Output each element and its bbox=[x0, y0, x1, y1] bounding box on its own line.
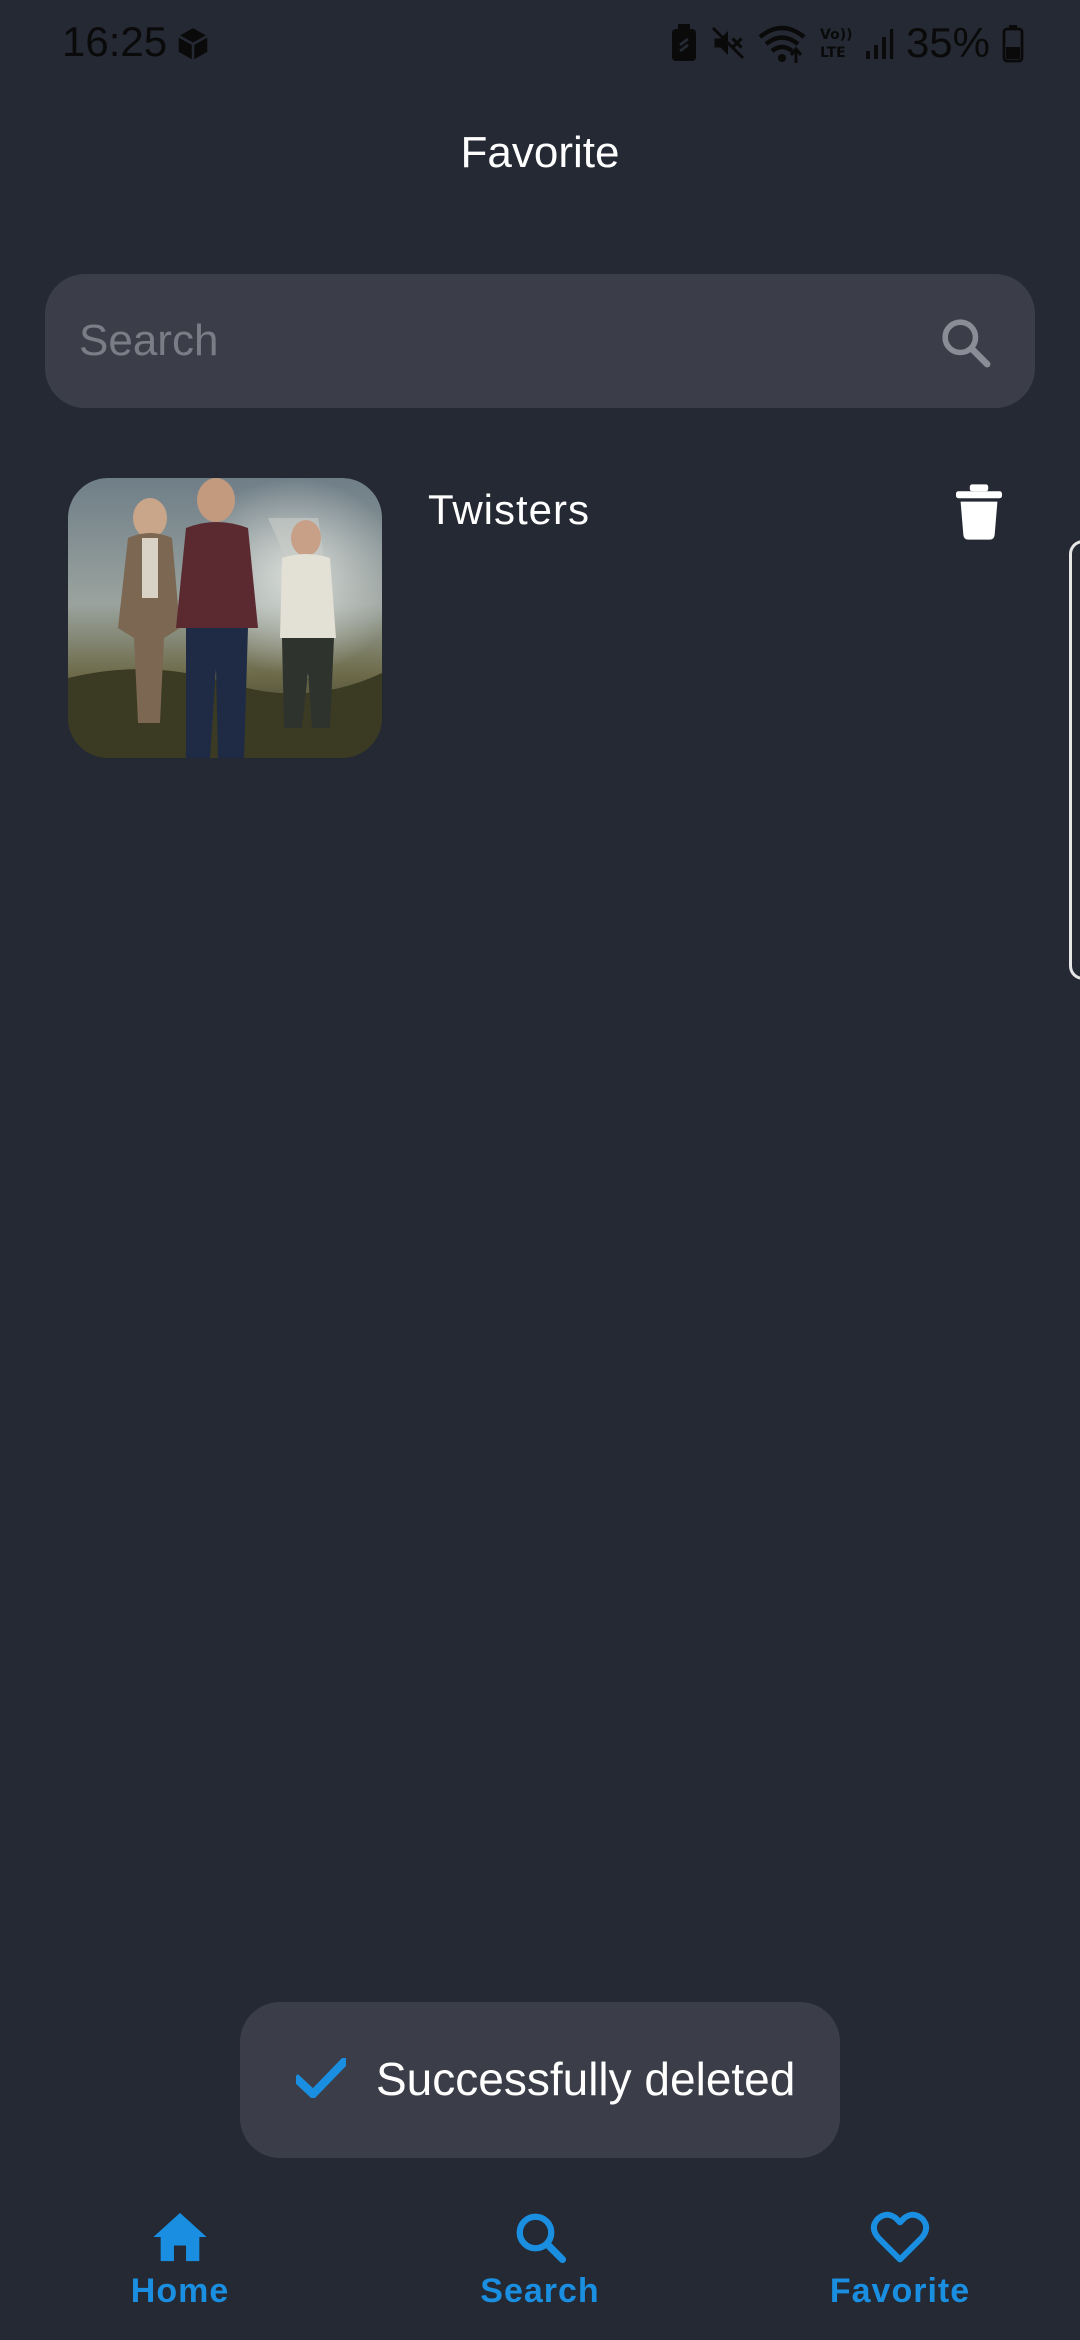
nav-home[interactable]: Home bbox=[60, 2190, 300, 2340]
nav-home-label: Home bbox=[130, 2272, 230, 2310]
wifi-icon bbox=[758, 25, 806, 63]
package-icon bbox=[178, 28, 208, 60]
trash-icon[interactable] bbox=[956, 484, 1002, 540]
heart-icon bbox=[870, 2211, 930, 2263]
movie-poster-image bbox=[68, 478, 382, 758]
status-time: 16:25 bbox=[62, 18, 168, 65]
nav-search[interactable]: Search bbox=[420, 2190, 660, 2340]
movie-poster[interactable] bbox=[68, 478, 382, 758]
battery-icon bbox=[1002, 25, 1024, 63]
volte-icon: Vo)) LTE bbox=[820, 27, 852, 61]
list-item[interactable]: Twisters bbox=[68, 478, 1012, 760]
edge-panel-handle[interactable] bbox=[1069, 540, 1080, 980]
svg-text:LTE: LTE bbox=[820, 45, 846, 61]
search-icon[interactable] bbox=[937, 314, 993, 370]
home-icon bbox=[153, 2212, 207, 2262]
search-bar[interactable] bbox=[45, 274, 1035, 408]
search-input[interactable] bbox=[79, 274, 879, 408]
toast: Successfully deleted bbox=[240, 2002, 840, 2158]
bottom-nav: Home Search Favorite bbox=[0, 2190, 1080, 2340]
battery-percent: 35% bbox=[905, 19, 990, 66]
nav-search-label: Search bbox=[480, 2272, 600, 2310]
signal-icon bbox=[865, 29, 894, 59]
status-bar: 16:25 Vo)) LTE 35% bbox=[0, 0, 1080, 86]
mute-icon bbox=[711, 26, 744, 60]
search-icon bbox=[516, 2213, 567, 2264]
movie-title[interactable]: Twisters bbox=[428, 486, 590, 534]
status-icons: Vo)) LTE 35% bbox=[670, 18, 1024, 68]
nav-favorite[interactable]: Favorite bbox=[780, 2190, 1020, 2340]
nav-favorite-label: Favorite bbox=[829, 2272, 971, 2310]
battery-saver-icon bbox=[671, 24, 696, 61]
svg-text:Vo)): Vo)) bbox=[820, 27, 852, 43]
toast-message: Successfully deleted bbox=[376, 2053, 796, 2105]
check-icon bbox=[296, 2058, 346, 2098]
page-title: Favorite bbox=[460, 128, 620, 177]
